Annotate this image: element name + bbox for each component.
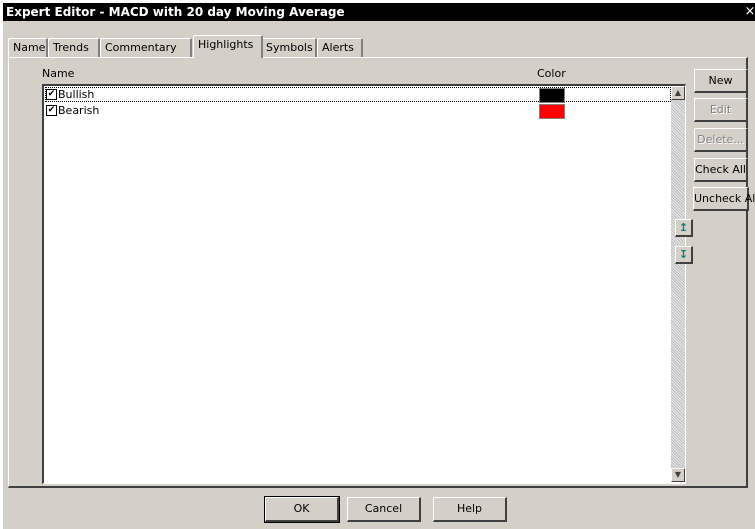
tab-symbols[interactable]: Symbols	[261, 38, 317, 58]
uncheck-all-button[interactable]: Uncheck All	[693, 187, 755, 211]
color-swatch[interactable]	[539, 104, 565, 119]
list-item[interactable]: ✔ Bullish	[45, 87, 671, 103]
close-icon[interactable]: ×	[744, 3, 755, 21]
scroll-down-icon[interactable]: ▼	[671, 468, 685, 482]
vertical-scrollbar[interactable]: ▲ ▼	[671, 86, 685, 482]
tab-trends[interactable]: Trends	[48, 38, 100, 58]
tab-commentary[interactable]: Commentary	[100, 38, 192, 58]
color-column-header: Color	[537, 67, 566, 80]
help-button[interactable]: Help	[433, 497, 507, 522]
move-up-icon[interactable]: ↥	[675, 219, 693, 237]
list-item[interactable]: ✔ Bearish	[45, 103, 671, 119]
highlights-list[interactable]: ✔ Bullish ✔ Bearish ▲ ▼	[42, 84, 686, 484]
tab-highlights[interactable]: Highlights	[193, 35, 263, 58]
bullish-checkbox[interactable]: ✔	[46, 89, 57, 100]
list-item-label: Bearish	[58, 104, 100, 117]
tab-name[interactable]: Name	[8, 38, 48, 58]
new-button[interactable]: New	[694, 69, 748, 93]
list-item-label: Bullish	[58, 88, 95, 101]
name-column-header: Name	[42, 67, 75, 80]
bearish-checkbox[interactable]: ✔	[46, 105, 57, 116]
tab-alerts[interactable]: Alerts	[317, 38, 363, 58]
ok-button[interactable]: OK	[264, 496, 340, 523]
edit-button[interactable]: Edit	[694, 98, 748, 122]
window-title: Expert Editor - MACD with 20 day Moving …	[6, 5, 345, 19]
move-down-icon[interactable]: ↧	[675, 246, 693, 264]
scroll-up-icon[interactable]: ▲	[671, 86, 685, 100]
title-bar[interactable]: Expert Editor - MACD with 20 day Moving …	[3, 3, 755, 21]
color-swatch[interactable]	[539, 88, 565, 103]
check-all-button[interactable]: Check All	[694, 158, 748, 182]
cancel-button[interactable]: Cancel	[347, 497, 421, 522]
delete-button[interactable]: Delete...	[694, 128, 748, 152]
